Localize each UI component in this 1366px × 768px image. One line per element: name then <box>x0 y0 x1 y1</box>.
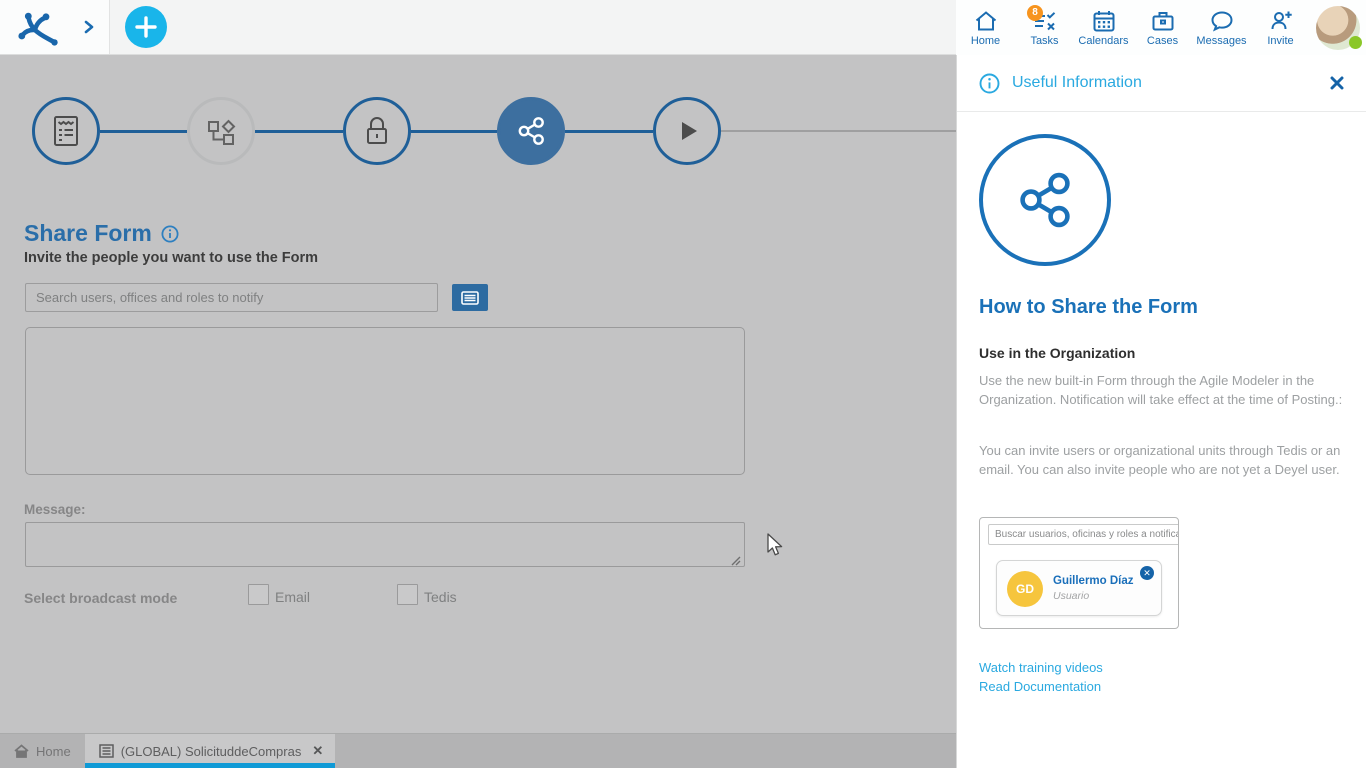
process-model-icon <box>203 113 239 149</box>
tedis-checkbox-label: Tedis <box>424 589 457 605</box>
create-new-button[interactable] <box>125 6 167 48</box>
tab-close-icon[interactable]: ✕ <box>312 743 323 759</box>
step-connector <box>411 130 497 133</box>
help-section-heading: Use in the Organization <box>979 345 1135 361</box>
app-screen: Home 8 Tasks Calendars Cases <box>0 0 1366 768</box>
form-tab-icon <box>99 744 114 758</box>
example-remove-icon: ✕ <box>1140 566 1154 580</box>
nav-cases-label: Cases <box>1147 35 1178 47</box>
step-connector <box>565 130 653 133</box>
nav-invite[interactable]: Invite <box>1251 3 1310 53</box>
resize-grip-icon[interactable] <box>730 555 741 566</box>
nav-home[interactable]: Home <box>956 3 1015 53</box>
read-documentation-link[interactable]: Read Documentation <box>979 679 1101 694</box>
tab-label: (GLOBAL) SolicituddeCompras <box>121 744 302 759</box>
step-permissions[interactable] <box>343 97 411 165</box>
home-tab-icon <box>14 744 29 758</box>
deyel-logo-icon[interactable] <box>16 8 58 46</box>
recipients-area[interactable] <box>25 327 745 475</box>
close-panel-button[interactable] <box>1330 76 1344 90</box>
broadcast-mode-label: Select broadcast mode <box>24 590 177 606</box>
tasks-badge: 8 <box>1027 5 1043 21</box>
info-icon[interactable] <box>161 225 179 243</box>
share-form-wizard: Share Form Invite the people you want to… <box>0 55 956 733</box>
page-subtitle: Invite the people you want to use the Fo… <box>24 250 318 266</box>
email-checkbox[interactable] <box>248 584 269 605</box>
nav-cases[interactable]: Cases <box>1133 3 1192 53</box>
nav-home-label: Home <box>971 35 1000 47</box>
step-connector-trailing <box>721 130 956 132</box>
email-checkbox-label: Email <box>275 589 310 605</box>
watch-training-videos-link[interactable]: Watch training videos <box>979 660 1103 675</box>
active-tab-underline <box>85 763 336 768</box>
help-paragraph: Use the new built-in Form through the Ag… <box>979 371 1347 409</box>
plus-icon <box>134 15 158 39</box>
step-publish[interactable] <box>653 97 721 165</box>
online-status-dot <box>1349 36 1362 49</box>
step-connector <box>255 130 343 133</box>
bottom-tab-bar: Home (GLOBAL) SolicituddeCompras ✕ <box>0 733 956 768</box>
invite-user-icon <box>1268 8 1294 34</box>
page-title: Share Form <box>24 220 179 247</box>
example-user-name: Guillermo Díaz <box>1053 575 1134 587</box>
briefcase-icon <box>1150 8 1176 34</box>
tab-solicitud-de-compras[interactable]: (GLOBAL) SolicituddeCompras ✕ <box>85 734 336 768</box>
step-share[interactable] <box>497 97 565 165</box>
form-icon <box>49 112 83 150</box>
nav-invite-label: Invite <box>1267 35 1293 47</box>
nav-tasks-label: Tasks <box>1030 35 1058 47</box>
nav-calendars[interactable]: Calendars <box>1074 3 1133 53</box>
help-paragraph: You can invite users or organizational u… <box>979 441 1347 479</box>
tab-home-label: Home <box>36 744 71 759</box>
play-icon <box>670 114 704 148</box>
nav-messages-label: Messages <box>1196 35 1246 47</box>
message-label: Message: <box>24 502 86 517</box>
example-user-avatar: GD <box>1007 571 1043 607</box>
useful-information-panel: Useful Information How to Share the Form… <box>956 55 1366 768</box>
example-screenshot: Buscar usuarios, oficinas y roles a noti… <box>979 517 1179 629</box>
collapse-chevron-icon[interactable] <box>83 20 95 34</box>
step-connector <box>100 130 187 133</box>
message-textarea[interactable] <box>25 522 745 567</box>
share-hero-badge <box>979 134 1111 266</box>
user-avatar[interactable] <box>1316 6 1360 50</box>
lock-icon <box>360 113 394 149</box>
tedis-checkbox[interactable] <box>397 584 418 605</box>
tab-home[interactable]: Home <box>0 734 85 768</box>
logo-box <box>0 0 110 54</box>
message-bubble-icon <box>1209 8 1235 34</box>
step-form-definition[interactable] <box>32 97 100 165</box>
open-list-button[interactable] <box>452 284 488 311</box>
top-navigation: Home 8 Tasks Calendars Cases <box>956 0 1366 55</box>
top-bar: Home 8 Tasks Calendars Cases <box>0 0 1366 55</box>
list-icon <box>461 291 479 305</box>
home-icon <box>973 8 999 34</box>
search-users-input[interactable] <box>25 283 438 312</box>
example-search-input: Buscar usuarios, oficinas y roles a noti… <box>988 524 1179 545</box>
calendar-icon <box>1091 8 1117 34</box>
panel-title: Useful Information <box>1012 74 1142 92</box>
example-user-chip: GD Guillermo Díaz Usuario ✕ <box>996 560 1162 616</box>
info-circle-icon <box>979 73 1000 94</box>
nav-tasks[interactable]: 8 Tasks <box>1015 3 1074 53</box>
nav-calendars-label: Calendars <box>1078 35 1128 47</box>
panel-header: Useful Information <box>957 55 1366 112</box>
nav-messages[interactable]: Messages <box>1192 3 1251 53</box>
example-user-role: Usuario <box>1053 590 1089 602</box>
share-icon-large <box>1009 164 1081 236</box>
step-process-model[interactable] <box>187 97 255 165</box>
share-icon <box>512 112 550 150</box>
help-title: How to Share the Form <box>979 296 1198 319</box>
mouse-cursor <box>765 533 785 557</box>
